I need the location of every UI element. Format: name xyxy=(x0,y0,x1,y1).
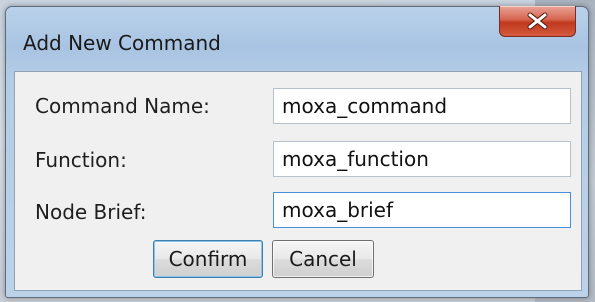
confirm-button[interactable]: Confirm xyxy=(153,240,263,278)
command-name-label: Command Name: xyxy=(35,94,210,118)
command-name-field[interactable] xyxy=(273,88,571,124)
node-brief-field[interactable] xyxy=(273,192,571,228)
dialog-body: Command Name: Function: Node Brief: Conf… xyxy=(14,71,582,291)
cancel-button[interactable]: Cancel xyxy=(272,240,374,278)
function-label: Function: xyxy=(35,148,127,172)
dialog-title: Add New Command xyxy=(23,31,221,55)
function-field[interactable] xyxy=(273,141,571,177)
dialog-titlebar[interactable]: Add New Command xyxy=(6,6,588,71)
add-command-dialog: Add New Command Command Name: Function: … xyxy=(5,6,589,298)
node-brief-label: Node Brief: xyxy=(35,200,147,224)
close-button[interactable] xyxy=(499,6,576,37)
close-icon xyxy=(527,12,548,30)
